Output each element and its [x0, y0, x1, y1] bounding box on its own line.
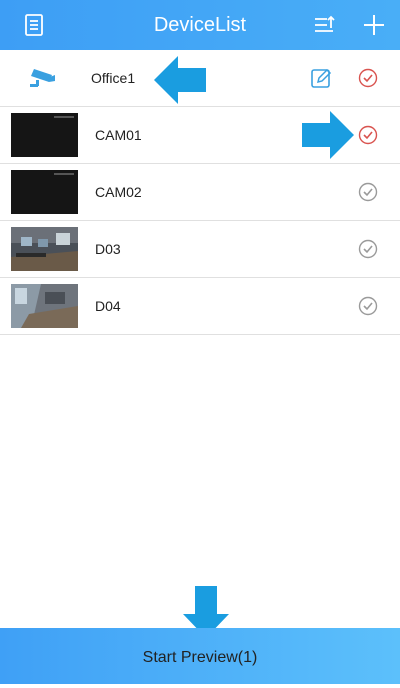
device-thumbnail — [11, 170, 78, 214]
cctv-camera-icon — [28, 65, 56, 91]
page-title: DeviceList — [153, 14, 247, 36]
plus-icon[interactable] — [362, 13, 386, 37]
list-document-icon[interactable] — [22, 13, 46, 37]
start-preview-button[interactable]: Start Preview(1) — [0, 628, 400, 684]
device-name: D04 — [95, 298, 121, 314]
device-name: CAM01 — [95, 127, 142, 143]
device-name: CAM02 — [95, 184, 142, 200]
device-thumbnail — [11, 284, 78, 328]
top-bar: DeviceList — [0, 0, 400, 50]
sort-icon[interactable] — [312, 13, 336, 37]
device-row-cam01[interactable]: CAM01 — [0, 107, 400, 164]
device-thumbnail — [11, 113, 78, 157]
group-row-office1[interactable]: Office1 — [0, 50, 400, 107]
device-thumbnail — [11, 227, 78, 271]
device-row-d04[interactable]: D04 — [0, 278, 400, 335]
device-checkbox-checked[interactable] — [358, 125, 378, 145]
group-checkbox[interactable] — [358, 68, 378, 88]
device-checkbox[interactable] — [358, 296, 378, 316]
device-row-cam02[interactable]: CAM02 — [0, 164, 400, 221]
device-checkbox[interactable] — [358, 239, 378, 259]
device-row-d03[interactable]: D03 — [0, 221, 400, 278]
edit-icon[interactable] — [310, 67, 332, 89]
group-name: Office1 — [91, 70, 136, 86]
guide-arrow-left — [154, 56, 206, 104]
guide-arrow-right — [302, 111, 354, 159]
start-preview-label: Start Preview(1) — [142, 649, 258, 666]
device-checkbox[interactable] — [358, 182, 378, 202]
device-name: D03 — [95, 241, 121, 257]
